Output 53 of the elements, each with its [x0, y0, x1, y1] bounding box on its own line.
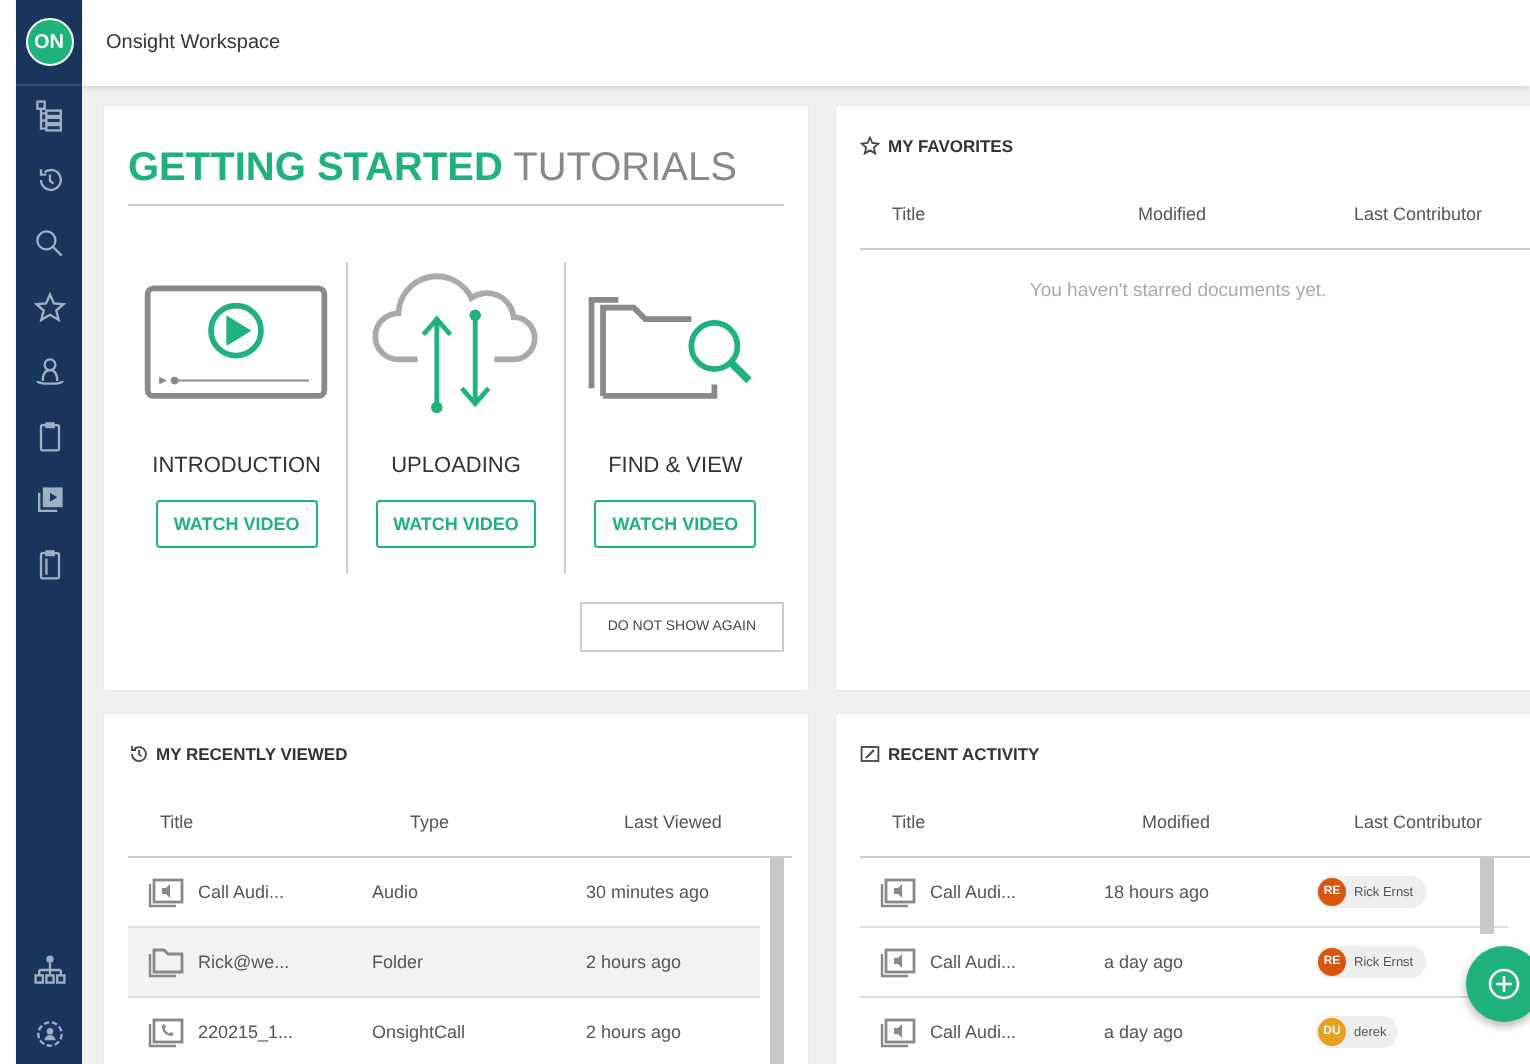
file-title[interactable]: Call Audi...: [930, 882, 1017, 902]
audio-file-icon: [880, 877, 916, 907]
column-header[interactable]: Title: [860, 204, 1138, 224]
tree-list-icon[interactable]: [31, 98, 67, 134]
history-icon: [128, 744, 148, 764]
tutorials-title: GETTING STARTED TUTORIALS: [128, 146, 784, 206]
card-title: MY RECENTLY VIEWED: [156, 744, 348, 764]
column-header[interactable]: Title: [128, 812, 410, 832]
empty-message: You haven't starred documents yet.: [1027, 280, 1329, 302]
tutorial-label: UPLOADING: [391, 454, 521, 478]
phone-file-icon: [148, 1017, 184, 1047]
card-title: RECENT ACTIVITY: [888, 744, 1040, 764]
search-icon[interactable]: [31, 226, 67, 262]
org-chart-icon[interactable]: [31, 952, 67, 988]
table-row[interactable]: 220215_1... OnsightCall 2 hours ago: [128, 998, 760, 1064]
scrollbar[interactable]: [1480, 858, 1494, 934]
user-icon[interactable]: [31, 354, 67, 390]
add-icon: [1488, 968, 1520, 1000]
table-cell: 18 hours ago: [1104, 882, 1210, 902]
table-cell: 2 hours ago: [586, 1022, 682, 1042]
column-header[interactable]: Type: [410, 812, 624, 832]
table-cell: 2 hours ago: [586, 952, 682, 972]
table-cell: a day ago: [1104, 1022, 1184, 1042]
column-header[interactable]: Modified: [1142, 812, 1354, 832]
card-title: MY FAVORITES: [888, 136, 1014, 156]
star-icon: [860, 136, 880, 156]
star-icon[interactable]: [31, 290, 67, 326]
activity-icon: [860, 744, 880, 764]
table-cell: Audio: [372, 882, 419, 902]
file-title[interactable]: Call Audi...: [930, 952, 1017, 972]
audio-file-icon: [880, 1017, 916, 1047]
folder-icon: [148, 947, 184, 977]
table-row[interactable]: Rick@we... Folder 2 hours ago: [128, 928, 760, 998]
tutorial-label: FIND & VIEW: [608, 454, 743, 478]
file-title[interactable]: 220215_1...: [198, 1022, 294, 1042]
app-title: Onsight Workspace: [106, 32, 281, 54]
audio-file-icon: [148, 877, 184, 907]
file-title[interactable]: Call Audi...: [930, 1022, 1017, 1042]
scrollbar[interactable]: [770, 858, 784, 1064]
column-header[interactable]: Title: [860, 812, 1142, 832]
tutorial-label: INTRODUCTION: [152, 454, 321, 478]
file-title[interactable]: Rick@we...: [198, 952, 290, 972]
column-header[interactable]: Last Contributor: [1354, 204, 1530, 224]
table-cell: OnsightCall: [372, 1022, 466, 1042]
table-cell: a day ago: [1104, 952, 1184, 972]
column-header[interactable]: Last Contributor: [1354, 812, 1530, 832]
settings-user-icon[interactable]: [31, 1016, 67, 1052]
column-header[interactable]: Modified: [1138, 204, 1354, 224]
column-header[interactable]: Last Viewed: [624, 812, 808, 832]
file-title[interactable]: Call Audi...: [198, 882, 285, 902]
table-cell: 30 minutes ago: [586, 882, 710, 902]
table-cell: Folder: [372, 952, 424, 972]
audio-file-icon: [880, 947, 916, 977]
